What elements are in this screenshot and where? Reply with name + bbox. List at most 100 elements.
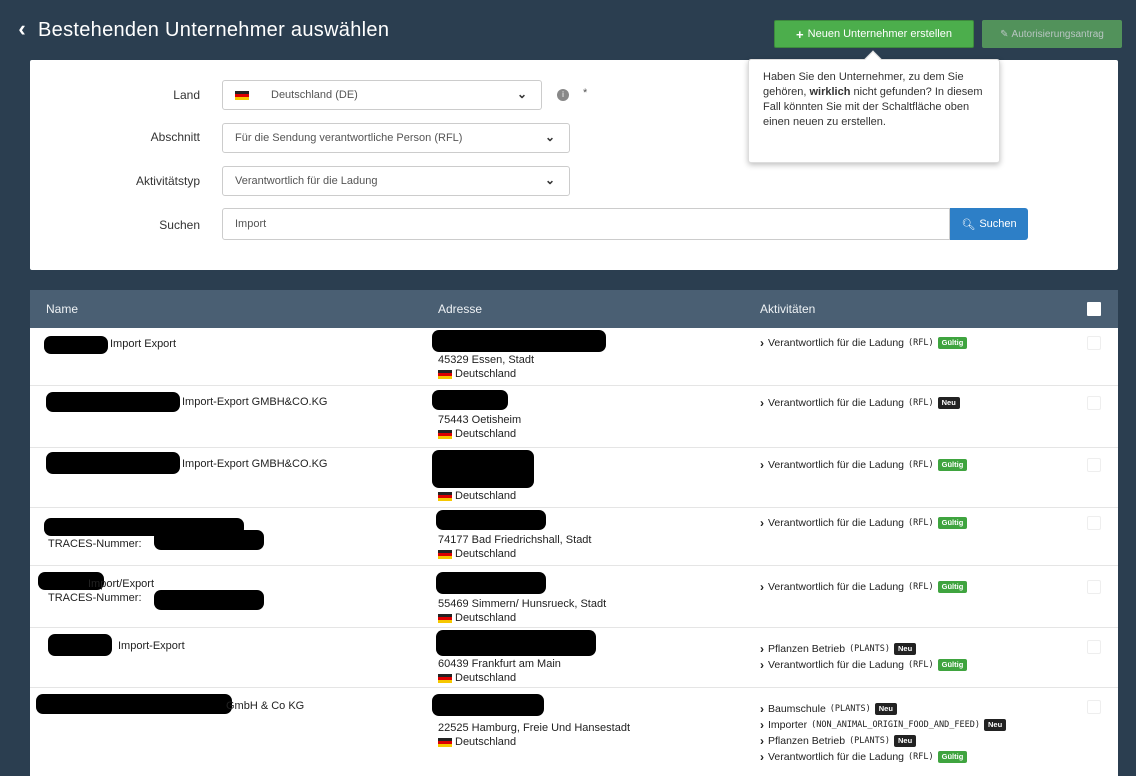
search-input[interactable]: Import <box>222 208 950 240</box>
redacted-block <box>154 590 264 610</box>
chevron-right-icon: › <box>760 458 764 472</box>
required-mark: * <box>583 87 588 99</box>
redacted-block <box>436 510 546 530</box>
page-title: Bestehenden Unternehmer auswählen <box>38 19 390 41</box>
column-address[interactable]: Adresse <box>438 302 482 316</box>
germany-flag-icon <box>438 491 452 501</box>
germany-flag-icon <box>438 737 452 747</box>
redacted-block <box>44 336 108 354</box>
not-found-tooltip: Haben Sie den Unternehmer, zu dem Sie ge… <box>748 50 1000 163</box>
status-badge: Neu <box>874 703 897 715</box>
row-name: Import-Export <box>118 640 185 652</box>
chevron-right-icon: › <box>760 702 764 716</box>
row-address: 22525 Hamburg, Freie Und Hansestadt <box>438 722 630 734</box>
table-row[interactable]: GmbH & Co KG 22525 Hamburg, Freie Und Ha… <box>30 688 1118 776</box>
redacted-block <box>436 572 546 594</box>
table-row[interactable]: Import-Export GMBH&CO.KG Deutschland › V… <box>30 448 1118 508</box>
abschnitt-select[interactable]: Für die Sendung verantwortliche Person (… <box>222 123 570 153</box>
germany-flag-icon <box>438 613 452 623</box>
activity-item: › Verantwortlich für die Ladung (RFL) Gü… <box>760 658 968 672</box>
table-row[interactable]: Import/Export TRACES-Nummer: 55469 Simme… <box>30 566 1118 628</box>
activity-item: › Verantwortlich für die Ladung (RFL) Gü… <box>760 750 968 764</box>
table-row[interactable]: Import-Export 60439 Frankfurt am Main De… <box>30 628 1118 688</box>
status-badge: Neu <box>894 735 917 747</box>
select-all-checkbox[interactable] <box>1087 302 1101 316</box>
status-badge: Neu <box>983 719 1007 731</box>
search-button[interactable]: 🔍︎ Suchen <box>950 208 1028 240</box>
germany-flag-icon <box>438 549 452 559</box>
redacted-block <box>154 530 264 550</box>
column-activities[interactable]: Aktivitäten <box>760 302 815 316</box>
new-operator-button[interactable]: + Neuen Unternehmer erstellen <box>774 20 974 48</box>
activity-item: › Pflanzen Betrieb (PLANTS) Neu <box>760 642 917 656</box>
chevron-right-icon: › <box>760 336 764 350</box>
row-checkbox[interactable] <box>1087 580 1101 594</box>
activity-item: › Verantwortlich für die Ladung (RFL) Gü… <box>760 458 968 472</box>
row-checkbox[interactable] <box>1087 700 1101 714</box>
traces-number-label: TRACES-Nummer: <box>48 592 142 604</box>
status-badge: Neu <box>894 643 917 655</box>
search-icon: 🔍︎ <box>961 218 976 231</box>
redacted-block <box>48 634 112 656</box>
row-country: Deutschland <box>438 490 516 502</box>
page-header: ‹ Bestehenden Unternehmer auswählen + Ne… <box>0 0 1136 58</box>
aktivitaetstyp-label: Aktivitätstyp <box>135 174 200 188</box>
row-checkbox[interactable] <box>1087 336 1101 350</box>
chevron-right-icon: › <box>760 658 764 672</box>
row-checkbox[interactable] <box>1087 640 1101 654</box>
table-row[interactable]: Import-Export GMBH&CO.KG 75443 Oetisheim… <box>30 386 1118 448</box>
redacted-block <box>46 452 180 474</box>
germany-flag-icon <box>235 90 249 100</box>
row-name: GmbH & Co KG <box>226 700 305 712</box>
row-country: Deutschland <box>438 428 516 440</box>
authorization-request-button[interactable]: ✎ Autorisierungsantrag <box>982 20 1122 48</box>
info-icon[interactable]: i <box>557 89 569 101</box>
activity-item: › Verantwortlich für die Ladung (RFL) Gü… <box>760 516 968 530</box>
chevron-down-icon: ⌄ <box>516 87 527 101</box>
back-chevron-icon[interactable]: ‹ <box>14 16 30 41</box>
row-name: Import-Export GMBH&CO.KG <box>182 458 328 470</box>
search-label: Suchen <box>159 218 200 232</box>
row-country: Deutschland <box>438 368 516 380</box>
chevron-right-icon: › <box>760 516 764 530</box>
chevron-right-icon: › <box>760 642 764 656</box>
chevron-down-icon: ⌄ <box>544 130 555 144</box>
redacted-block <box>36 694 232 714</box>
redacted-block <box>432 694 544 716</box>
chevron-right-icon: › <box>760 750 764 764</box>
row-checkbox[interactable] <box>1087 516 1101 530</box>
column-name[interactable]: Name <box>46 302 78 316</box>
activity-item: › Verantwortlich für die Ladung (RFL) Gü… <box>760 580 968 594</box>
status-badge: Gültig <box>937 337 968 349</box>
redacted-block <box>436 630 596 656</box>
land-select[interactable]: Deutschland (DE) ⌄ <box>222 80 542 110</box>
chevron-right-icon: › <box>760 734 764 748</box>
status-badge: Gültig <box>937 517 968 529</box>
row-country: Deutschland <box>438 548 516 560</box>
table-row[interactable]: TRACES-Nummer: 74177 Bad Friedrichshall,… <box>30 508 1118 566</box>
abschnitt-label: Abschnitt <box>150 130 200 144</box>
row-country: Deutschland <box>438 612 516 624</box>
results-table: Name Adresse Aktivitäten Import Export 4… <box>30 290 1118 776</box>
row-address: 75443 Oetisheim <box>438 414 522 426</box>
status-badge: Gültig <box>937 459 968 471</box>
row-address: 45329 Essen, Stadt <box>438 354 535 366</box>
row-country: Deutschland <box>438 736 516 748</box>
row-name: Import-Export GMBH&CO.KG <box>182 396 328 408</box>
land-label: Land <box>173 88 200 102</box>
status-badge: Gültig <box>937 659 968 671</box>
traces-number-label: TRACES-Nummer: <box>48 538 142 550</box>
germany-flag-icon <box>438 369 452 379</box>
redacted-block <box>432 390 508 410</box>
activity-item: › Baumschule (PLANTS) Neu <box>760 702 897 716</box>
germany-flag-icon <box>438 673 452 683</box>
row-checkbox[interactable] <box>1087 458 1101 472</box>
table-row[interactable]: Import Export 45329 Essen, Stadt Deutsch… <box>30 328 1118 386</box>
row-checkbox[interactable] <box>1087 396 1101 410</box>
edit-icon: ✎ <box>1000 28 1009 40</box>
aktivitaetstyp-select[interactable]: Verantwortlich für die Ladung ⌄ <box>222 166 570 196</box>
activity-item: › Verantwortlich für die Ladung (RFL) Gü… <box>760 336 968 350</box>
row-name: Import Export <box>110 338 177 350</box>
chevron-right-icon: › <box>760 718 764 732</box>
row-country: Deutschland <box>438 672 516 684</box>
